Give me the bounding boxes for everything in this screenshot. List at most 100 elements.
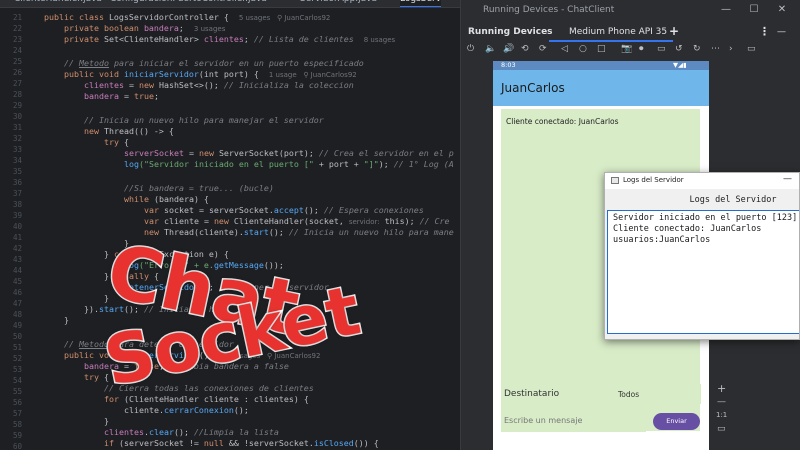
running-devices-tabbar: Running Devices Medium Phone API 35 + ⋮ … bbox=[461, 22, 800, 42]
actual-size-icon[interactable]: 1:1 bbox=[716, 411, 727, 419]
line-number: 47 bbox=[12, 299, 22, 308]
editor-tab[interactable]: ConfiguracionPuertoController.java bbox=[110, 0, 267, 7]
line-number: 31 bbox=[12, 123, 22, 132]
code-line: if (serverSocket != null && !serverSocke… bbox=[104, 438, 379, 448]
line-number: 44 bbox=[12, 266, 22, 275]
line-number: 25 bbox=[12, 57, 22, 66]
undo-icon[interactable]: ↺ bbox=[675, 44, 683, 54]
code-line: new Thread(cliente).start(); // Inicia u… bbox=[144, 227, 454, 237]
window-app-icon bbox=[611, 177, 619, 184]
line-number: 23 bbox=[12, 35, 22, 44]
line-number: 51 bbox=[12, 343, 22, 352]
volume-up-icon[interactable]: 🔊 bbox=[503, 44, 514, 54]
more-options-icon[interactable]: ⋮ bbox=[759, 25, 770, 38]
record-icon[interactable]: ⏺ bbox=[639, 44, 644, 54]
rotate-right-icon[interactable]: ⟳ bbox=[539, 44, 547, 54]
line-number: 28 bbox=[12, 90, 22, 99]
editor-tab-active[interactable]: LogsServ bbox=[400, 0, 442, 7]
code-line: public class LogsServidorController { 5 … bbox=[44, 12, 331, 22]
zoom-out-icon[interactable]: — bbox=[717, 397, 726, 407]
editor-tab-bar: ClienteHandler.java ConfiguracionPuertoC… bbox=[0, 0, 460, 8]
window-maximize-button[interactable]: ☐ bbox=[744, 4, 764, 15]
logs-text-area[interactable]: Servidor iniciado en el puerto [123] Cli… bbox=[607, 210, 799, 334]
code-line: } bbox=[104, 416, 109, 426]
line-number: 56 bbox=[12, 398, 22, 407]
device-tab-label: Medium Phone API 35 bbox=[569, 27, 668, 37]
code-line: cliente.cerrarConexion(); bbox=[124, 405, 249, 415]
code-line: //Si bandera = true... (bucle) bbox=[124, 183, 274, 193]
chat-message: Cliente conectado: JuanCarlos bbox=[506, 117, 619, 126]
volume-down-icon[interactable]: 🔈 bbox=[485, 44, 496, 54]
device-tab[interactable]: Medium Phone API 35 bbox=[549, 24, 674, 42]
code-line: var cliente = new ClienteHandler(socket,… bbox=[144, 216, 450, 226]
code-line: try { bbox=[84, 372, 109, 382]
status-icons: ▼◢▮ bbox=[673, 61, 687, 69]
back-icon[interactable]: ◁ bbox=[561, 44, 568, 54]
home-icon[interactable]: ○ bbox=[579, 44, 587, 54]
status-time: 8:03 bbox=[501, 61, 516, 69]
line-number: 34 bbox=[12, 156, 22, 165]
code-line: bandera = true; bbox=[84, 91, 159, 101]
line-number: 36 bbox=[12, 178, 22, 187]
code-line: } bbox=[64, 315, 69, 325]
line-number: 32 bbox=[12, 134, 22, 143]
line-number: 45 bbox=[12, 277, 22, 286]
log-line: usuarios:JuanCarlos bbox=[613, 235, 711, 245]
line-number: 60 bbox=[12, 442, 22, 450]
editor-tab[interactable]: ServidorApp.java bbox=[300, 0, 377, 7]
screenshot-icon[interactable]: 📷 bbox=[621, 44, 632, 54]
logs-minimize-button[interactable]: — bbox=[783, 174, 792, 184]
recipient-select[interactable]: Todos bbox=[608, 384, 701, 404]
fold-icon[interactable]: ▭ bbox=[657, 44, 666, 54]
device-toolbar: ⏻ 🔈 🔊 ⟲ ⟳ ◁ ○ □ 📷 ⏺ ▭ ↺ ↻ ⋯ › ▭ bbox=[461, 42, 800, 60]
line-number: 55 bbox=[12, 387, 22, 396]
code-line: try { bbox=[104, 137, 129, 147]
editor-tab[interactable]: ClienteHandler.java bbox=[14, 0, 102, 7]
fit-screen-icon[interactable]: ▭ bbox=[717, 424, 726, 434]
logs-window-titlebar: Logs del Servidor — bbox=[605, 173, 799, 189]
line-number-gutter: 21 22 23 24 25 26 27 28 29 30 31 32 33 34 35 36 37 38 39 40… bbox=[0, 8, 30, 450]
panel-label: Running Devices bbox=[468, 27, 553, 37]
code-line: // Inicia un nuevo hilo para manejar el … bbox=[84, 115, 324, 125]
message-input[interactable]: Escribe un mensaje bbox=[501, 410, 646, 432]
logs-window-title: Logs del Servidor bbox=[623, 176, 684, 184]
server-logs-window: Logs del Servidor — Logs del Servidor Se… bbox=[604, 172, 800, 340]
line-number: 27 bbox=[12, 79, 22, 88]
line-number: 35 bbox=[12, 167, 22, 176]
line-number: 29 bbox=[12, 101, 22, 110]
power-icon[interactable]: ⏻ bbox=[467, 44, 474, 54]
code-editor[interactable]: 21 22 23 24 25 26 27 28 29 30 31 32 33 34 35 36 37 38 39 40… bbox=[0, 8, 460, 450]
redo-icon[interactable]: ↻ bbox=[693, 44, 701, 54]
line-number: 53 bbox=[12, 365, 22, 374]
code-line: clientes.clear(); //Limpia la lista bbox=[104, 427, 279, 437]
code-line: log("Servidor iniciado en el puerto [" +… bbox=[124, 159, 454, 169]
recipient-input[interactable]: Destinatario bbox=[501, 384, 593, 404]
line-number: 59 bbox=[12, 431, 22, 440]
send-button[interactable]: Enviar bbox=[653, 413, 700, 430]
line-number: 54 bbox=[12, 376, 22, 385]
logs-heading: Logs del Servidor bbox=[689, 195, 777, 205]
line-number: 48 bbox=[12, 310, 22, 319]
chevron-right-icon[interactable]: › bbox=[729, 44, 733, 54]
window-close-button[interactable]: ✕ bbox=[772, 4, 792, 15]
line-number: 33 bbox=[12, 145, 22, 154]
line-number: 49 bbox=[12, 321, 22, 330]
line-number: 50 bbox=[12, 332, 22, 341]
zoom-in-icon[interactable]: + bbox=[717, 382, 726, 395]
phone-status-bar: 8:03 ▼◢▮ bbox=[493, 61, 709, 70]
extended-controls-icon[interactable]: ▭ bbox=[747, 44, 756, 54]
line-number: 21 bbox=[12, 13, 22, 22]
code-line: public void iniciarServidor(int port) { … bbox=[64, 69, 357, 79]
line-number: 58 bbox=[12, 420, 22, 429]
add-device-icon[interactable]: + bbox=[669, 24, 679, 38]
rotate-left-icon[interactable]: ⟲ bbox=[521, 44, 529, 54]
code-line: clientes = new HashSet<>(); // Inicializ… bbox=[84, 80, 354, 90]
more-icon[interactable]: ⋯ bbox=[711, 44, 720, 54]
code-line: // Metodo para iniciar el servidor en un… bbox=[64, 58, 364, 68]
window-minimize-button[interactable]: — bbox=[716, 4, 736, 15]
line-number: 30 bbox=[12, 112, 22, 121]
window-title: Running Devices - ChatClient bbox=[483, 5, 615, 15]
hide-panel-icon[interactable]: — bbox=[777, 27, 786, 37]
overview-icon[interactable]: □ bbox=[597, 44, 606, 54]
code-line: new Thread(() -> { bbox=[84, 126, 174, 136]
